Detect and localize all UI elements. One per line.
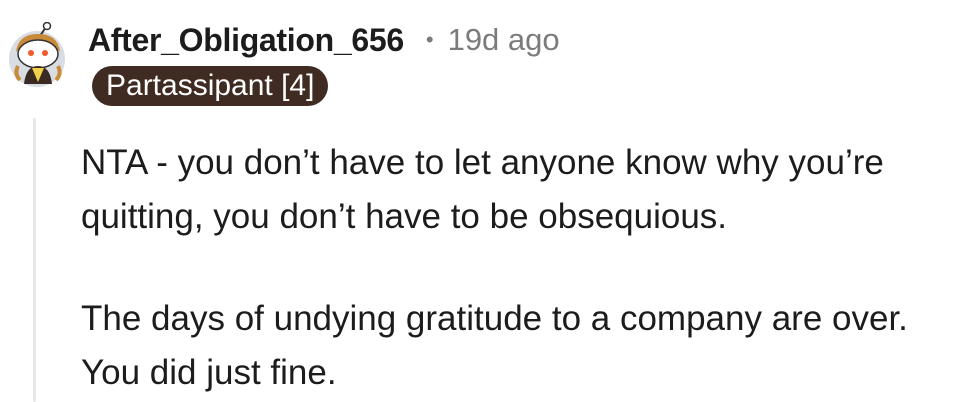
username-link[interactable]: After_Obligation_656 xyxy=(88,22,404,59)
comment-header: After_Obligation_656 • 19d ago xyxy=(88,18,560,62)
timestamp[interactable]: 19d ago xyxy=(448,22,560,58)
comment-paragraph: NTA - you don’t have to let anyone know … xyxy=(81,143,884,236)
snoo-avatar-icon xyxy=(9,21,65,87)
comment: After_Obligation_656 • 19d ago Partassip… xyxy=(0,0,974,402)
user-avatar[interactable] xyxy=(4,21,70,88)
thread-collapse-line[interactable] xyxy=(33,118,36,402)
user-flair: Partassipant [4] xyxy=(92,66,329,106)
separator-dot: • xyxy=(425,27,434,52)
comment-paragraph: The days of undying gratitude to a compa… xyxy=(81,299,908,392)
comment-body: NTA - you don’t have to let anyone know … xyxy=(81,136,971,400)
